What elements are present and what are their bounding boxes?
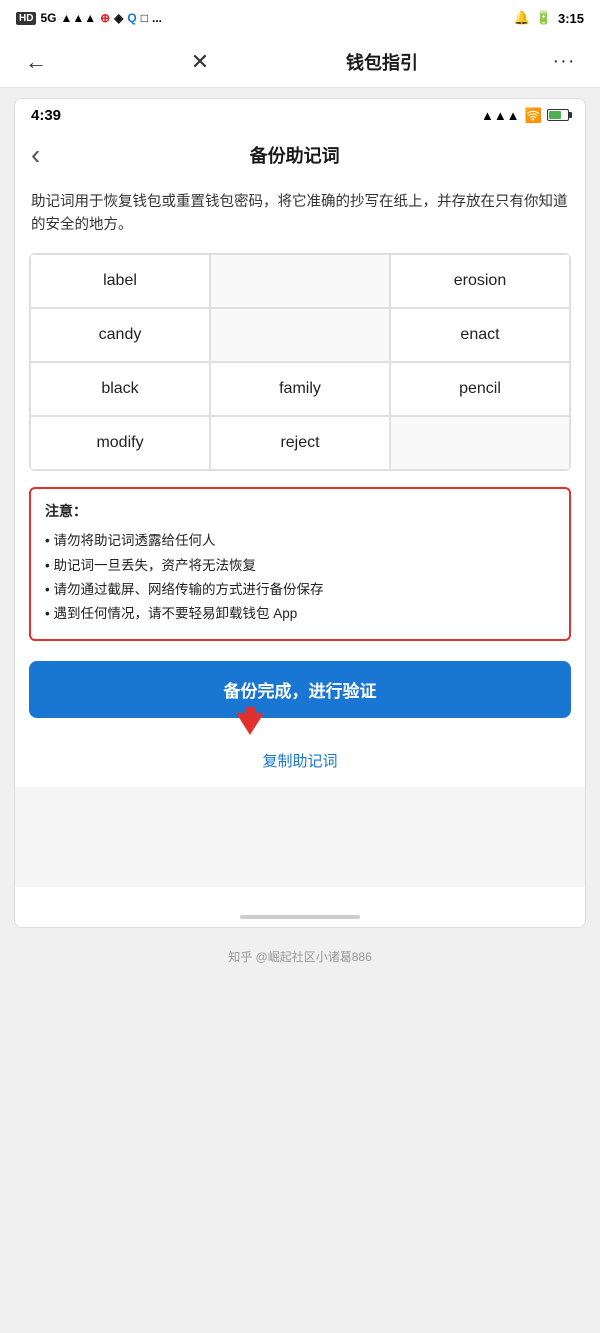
warning-title: 注意：	[45, 501, 555, 521]
signal-bars: ▲▲▲	[60, 11, 96, 25]
hd-badge: HD	[16, 12, 36, 25]
button-area: 备份完成，进行验证	[15, 661, 585, 718]
backup-complete-button[interactable]: 备份完成，进行验证	[29, 661, 571, 718]
mnemonic-word-1: label	[30, 254, 210, 308]
app-icon2: Q	[127, 11, 136, 25]
inner-signal: ▲▲▲	[481, 108, 520, 123]
app-icon1: ◈	[114, 11, 123, 25]
mnemonic-word-4: candy	[30, 308, 210, 362]
inner-back-button[interactable]: ‹	[31, 139, 40, 171]
top-nav: ← ✕ 钱包指引 ···	[0, 36, 600, 88]
mnemonic-word-6: enact	[390, 308, 570, 362]
outer-status-right: 🔔 🔋 3:15	[514, 10, 584, 26]
bell-icon: 🔔	[514, 10, 530, 26]
close-button[interactable]: ✕	[182, 49, 218, 75]
mnemonic-word-8: family	[210, 362, 390, 416]
outer-status-bar: HD 5G ▲▲▲ ⊕ ◈ Q □ ... 🔔 🔋 3:15	[0, 0, 600, 36]
inner-wifi: 🛜	[525, 107, 542, 124]
warning-item-1: • 请勿将助记词透露给任何人	[45, 529, 555, 553]
copy-mnemonic-link[interactable]: 复制助记词	[15, 744, 585, 787]
inner-page-title: 备份助记词	[48, 142, 541, 168]
home-bar-line	[240, 915, 360, 919]
warning-box: 注意： • 请勿将助记词透露给任何人 • 助记词一旦丢失，资产将无法恢复 • 请…	[29, 487, 571, 640]
mnemonic-word-10: modify	[30, 416, 210, 470]
home-bar	[15, 887, 585, 927]
outer-time: 3:15	[558, 11, 584, 26]
signal-5g: 5G	[40, 11, 56, 25]
weibo-icon: ⊕	[100, 11, 110, 25]
mnemonic-word-11: reject	[210, 416, 390, 470]
more-dots: ...	[152, 11, 162, 25]
mnemonic-word-3: erosion	[390, 254, 570, 308]
inner-status-bar: 4:39 ▲▲▲ 🛜	[15, 99, 585, 131]
warning-item-4: • 遇到任何情况，请不要轻易卸载钱包 App	[45, 602, 555, 626]
inner-status-icons: ▲▲▲ 🛜	[481, 107, 569, 124]
back-button[interactable]: ←	[18, 49, 54, 75]
mnemonic-word-2	[210, 254, 390, 308]
footer: 知乎 @崛起社区小诸葛886	[0, 938, 600, 982]
phone-content: 4:39 ▲▲▲ 🛜 ‹ 备份助记词 助记词用于恢复钱包或重置钱包密码，将它准确…	[14, 98, 586, 928]
warning-item-3: • 请勿通过截屏、网络传输的方式进行备份保存	[45, 578, 555, 602]
mnemonic-word-9: pencil	[390, 362, 570, 416]
warning-item-2: • 助记词一旦丢失，资产将无法恢复	[45, 554, 555, 578]
outer-status-left: HD 5G ▲▲▲ ⊕ ◈ Q □ ...	[16, 11, 162, 25]
mnemonic-word-12	[390, 416, 570, 470]
mnemonic-grid: label erosion candy enact black family p…	[29, 253, 571, 471]
more-button[interactable]: ···	[546, 50, 582, 73]
app-icon3: □	[141, 11, 148, 25]
inner-battery	[547, 109, 569, 121]
footer-credit: 知乎 @崛起社区小诸葛886	[228, 950, 372, 964]
page-title: 钱包指引	[346, 49, 418, 75]
inner-nav: ‹ 备份助记词	[15, 131, 585, 179]
bottom-area	[15, 787, 585, 887]
inner-time: 4:39	[31, 107, 61, 124]
outer-battery: 🔋	[536, 10, 552, 26]
mnemonic-word-7: black	[30, 362, 210, 416]
description-text: 助记词用于恢复钱包或重置钱包密码，将它准确的抄写在纸上，并存放在只有你知道的安全…	[15, 179, 585, 253]
mnemonic-word-5	[210, 308, 390, 362]
